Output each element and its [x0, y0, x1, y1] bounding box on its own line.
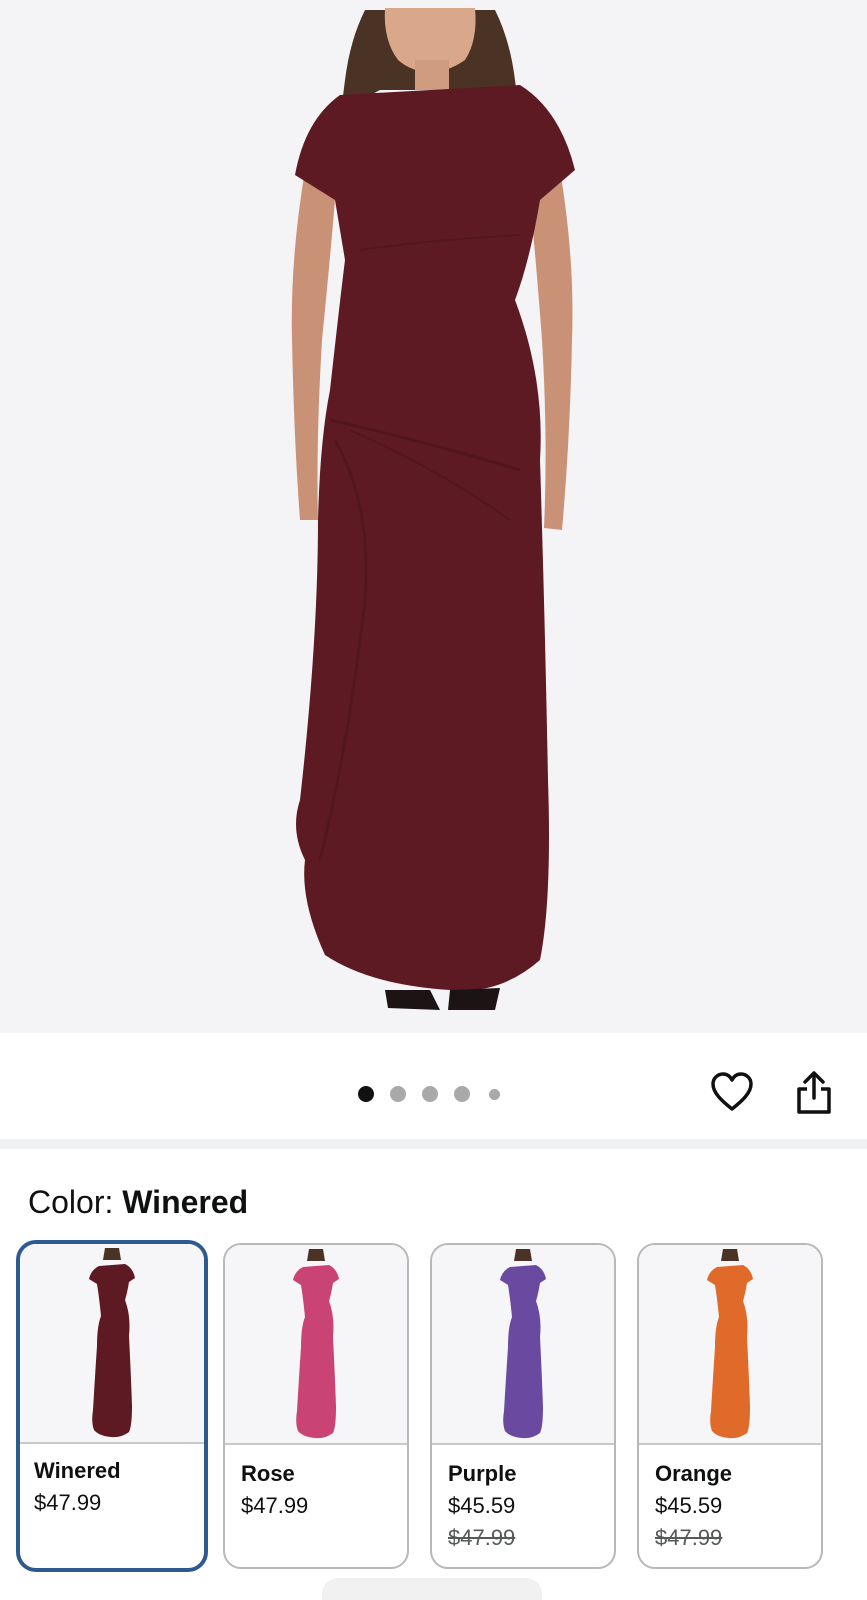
- swatch-name: Rose: [241, 1461, 295, 1486]
- bottom-sheet-handle: [322, 1578, 542, 1600]
- share-icon[interactable]: [794, 1070, 834, 1116]
- product-image[interactable]: [0, 0, 867, 1033]
- color-swatch-list: Winered $47.99 Rose $47.99 Purple $45.59…: [16, 1240, 867, 1572]
- dress-thumbnail-image: [500, 1249, 546, 1439]
- swatch-name: Orange: [655, 1461, 733, 1486]
- model-dress-illustration: [291, 8, 575, 1010]
- selected-color-name: Winered: [122, 1184, 249, 1220]
- swatch-orange[interactable]: Orange $45.59 $47.99: [637, 1243, 823, 1569]
- pagination-dot[interactable]: [390, 1086, 406, 1102]
- swatch-old-price: $47.99: [655, 1525, 723, 1550]
- image-pagination-dots[interactable]: [358, 1084, 516, 1104]
- swatch-thumbnail: [225, 1245, 407, 1445]
- swatch-thumbnail: [639, 1245, 821, 1445]
- swatch-price: $45.59: [655, 1493, 723, 1518]
- pagination-dot[interactable]: [358, 1086, 374, 1102]
- swatch-rose[interactable]: Rose $47.99: [223, 1243, 409, 1569]
- heart-icon[interactable]: [710, 1070, 754, 1114]
- pagination-dot[interactable]: [489, 1088, 500, 1100]
- swatch-old-price: $47.99: [448, 1525, 516, 1550]
- swatch-purple[interactable]: Purple $45.59 $47.99: [430, 1243, 616, 1569]
- swatch-price: $47.99: [34, 1490, 102, 1515]
- dress-thumbnail-image: [293, 1249, 339, 1439]
- section-divider: [0, 1139, 867, 1149]
- swatch-price: $47.99: [241, 1493, 309, 1518]
- color-label-prefix: Color:: [28, 1184, 123, 1220]
- swatch-price: $45.59: [448, 1493, 516, 1518]
- swatch-thumbnail: [20, 1244, 204, 1444]
- swatch-name: Winered: [34, 1458, 121, 1483]
- swatch-winered[interactable]: Winered $47.99: [16, 1240, 208, 1572]
- pagination-dot[interactable]: [422, 1086, 438, 1102]
- swatch-thumbnail: [432, 1245, 614, 1445]
- color-label: Color: Winered: [28, 1184, 248, 1221]
- pagination-dot[interactable]: [454, 1086, 470, 1102]
- dress-thumbnail-image: [89, 1248, 135, 1438]
- swatch-name: Purple: [448, 1461, 517, 1486]
- dress-thumbnail-image: [707, 1249, 753, 1439]
